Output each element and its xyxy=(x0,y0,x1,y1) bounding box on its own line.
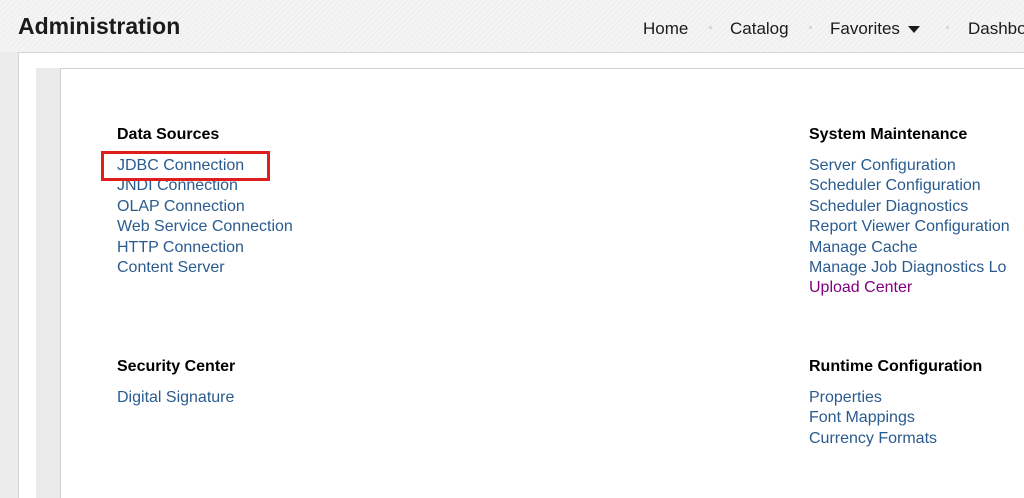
nav-favorites-label: Favorites xyxy=(830,19,900,38)
manage-cache-link[interactable]: Manage Cache xyxy=(809,238,1010,258)
security-center-section: Security Center Digital Signature xyxy=(117,357,235,408)
scheduler-diagnostics-link[interactable]: Scheduler Diagnostics xyxy=(809,197,1010,217)
jdbc-connection-link[interactable]: JDBC Connection xyxy=(117,156,293,176)
nav-favorites-menu[interactable]: Favorites xyxy=(830,19,920,39)
server-configuration-link[interactable]: Server Configuration xyxy=(809,156,1010,176)
scheduler-configuration-link[interactable]: Scheduler Configuration xyxy=(809,176,1010,196)
runtime-configuration-heading: Runtime Configuration xyxy=(809,358,983,375)
web-service-connection-link[interactable]: Web Service Connection xyxy=(117,217,293,237)
olap-connection-link[interactable]: OLAP Connection xyxy=(117,197,293,217)
content-server-link[interactable]: Content Server xyxy=(117,258,293,278)
system-maintenance-section: System Maintenance Server Configuration … xyxy=(809,125,1010,299)
nav-separator xyxy=(709,26,712,29)
header-bar: Administration Home Catalog Favorites Da… xyxy=(0,0,1024,52)
jndi-connection-link[interactable]: JNDI Connection xyxy=(117,176,293,196)
data-sources-section: Data Sources JDBC Connection JNDI Connec… xyxy=(117,125,293,278)
left-gutter xyxy=(36,68,60,498)
properties-link[interactable]: Properties xyxy=(809,388,982,408)
security-center-heading: Security Center xyxy=(117,358,236,375)
nav-separator xyxy=(946,26,949,29)
http-connection-link[interactable]: HTTP Connection xyxy=(117,238,293,258)
font-mappings-link[interactable]: Font Mappings xyxy=(809,408,982,428)
data-sources-heading: Data Sources xyxy=(117,126,220,143)
nav-home-link[interactable]: Home xyxy=(643,19,688,39)
report-viewer-configuration-link[interactable]: Report Viewer Configuration xyxy=(809,217,1010,237)
nav-dashboards-link[interactable]: Dashbo xyxy=(968,19,1024,39)
currency-formats-link[interactable]: Currency Formats xyxy=(809,429,982,449)
runtime-configuration-section: Runtime Configuration Properties Font Ma… xyxy=(809,357,982,449)
caret-down-icon xyxy=(907,26,920,33)
system-maintenance-heading: System Maintenance xyxy=(809,126,968,143)
nav-separator xyxy=(809,26,812,29)
upload-center-link[interactable]: Upload Center xyxy=(809,278,1010,298)
manage-job-diagnostics-log-link[interactable]: Manage Job Diagnostics Lo xyxy=(809,258,1010,278)
nav-catalog-link[interactable]: Catalog xyxy=(730,19,789,39)
digital-signature-link[interactable]: Digital Signature xyxy=(117,388,235,408)
page-title: Administration xyxy=(18,13,181,39)
